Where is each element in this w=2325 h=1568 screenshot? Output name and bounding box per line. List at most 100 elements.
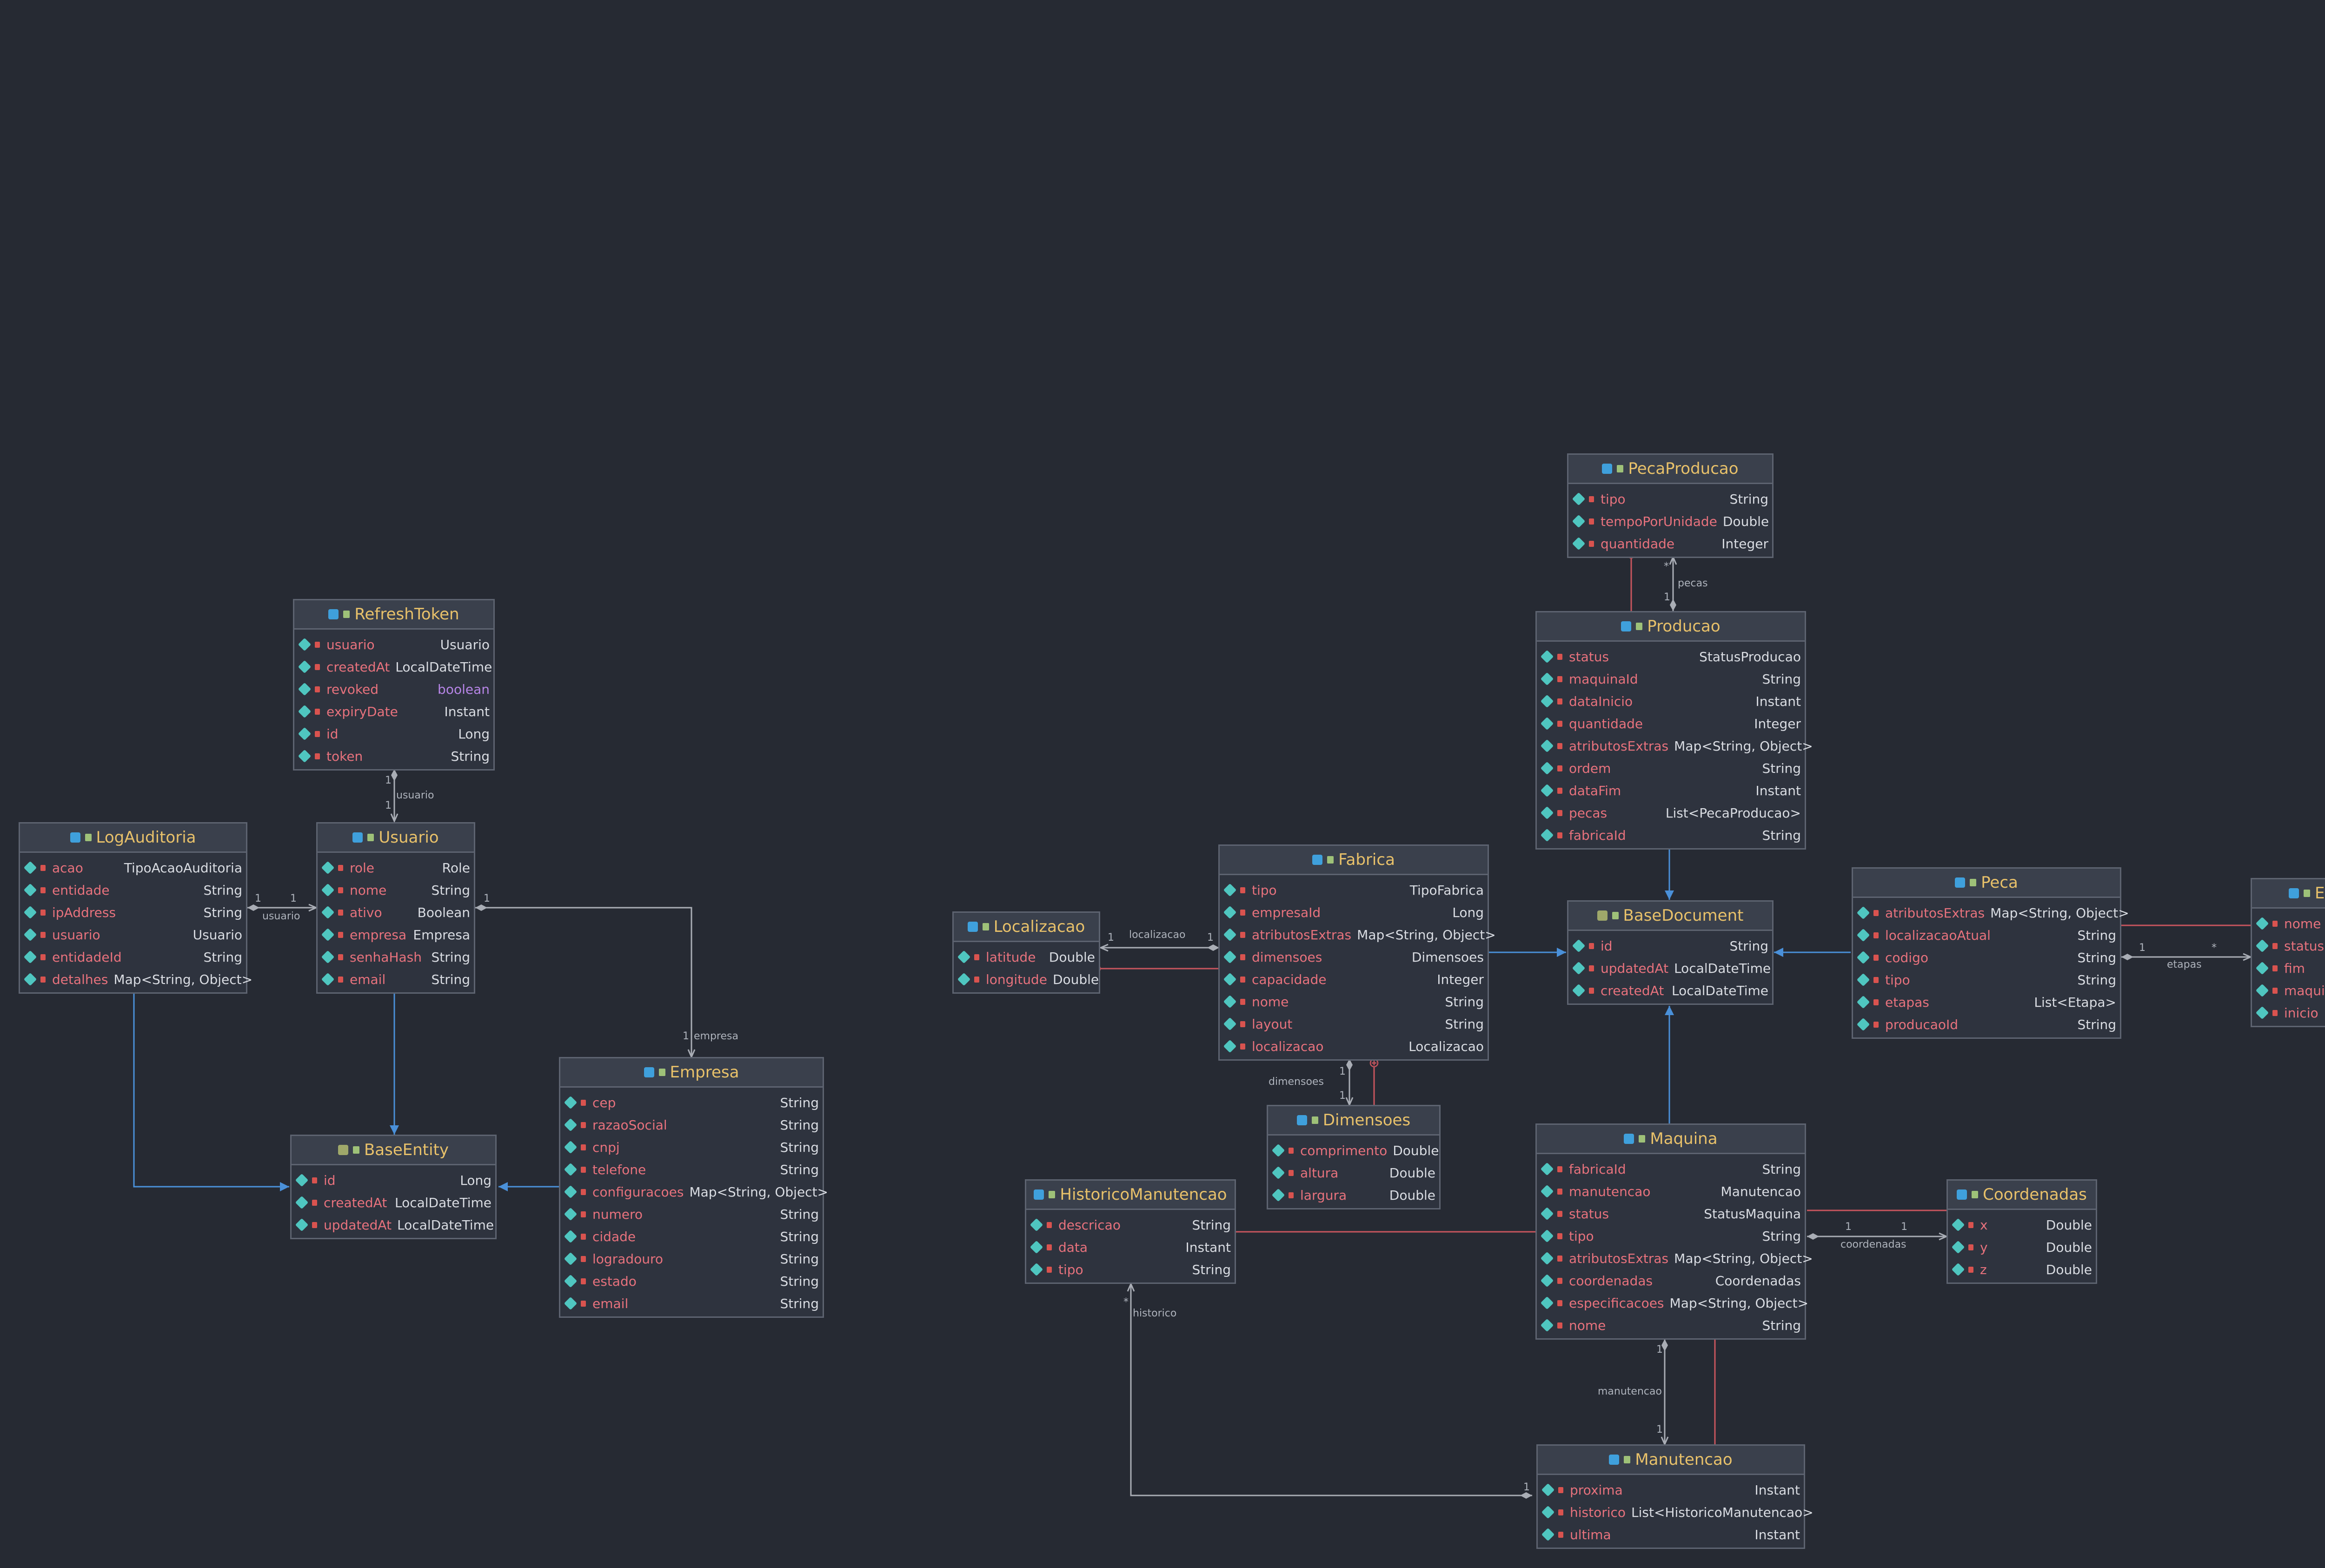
field-row[interactable]: configuracoes Map<String, Object> [563, 1181, 828, 1203]
field-row[interactable]: z Double [1951, 1258, 2093, 1281]
field-row[interactable]: capacidade Integer [1222, 968, 1485, 990]
field-row[interactable]: largura Double [1271, 1184, 1436, 1206]
field-row[interactable]: id String [1571, 935, 1769, 957]
field-row[interactable]: descricao String [1029, 1214, 1232, 1236]
class-header[interactable]: Producao [1537, 612, 1805, 642]
field-row[interactable]: nomeString [320, 879, 471, 901]
field-row[interactable]: empresaId Long [1222, 901, 1485, 924]
field-row[interactable]: ipAddress String [23, 901, 243, 924]
field-row[interactable]: atributosExtras Map<String, Object> [1540, 1247, 1813, 1269]
field-row[interactable]: maquinaIdString [1540, 668, 1802, 690]
field-row[interactable]: atributosExtras Map<String, Object> [1222, 924, 1496, 946]
field-row[interactable]: fabricaId String [1540, 824, 1802, 846]
field-row[interactable]: expiryDate Instant [297, 700, 491, 723]
field-row[interactable]: detalhes Map<String, Object> [23, 968, 252, 990]
field-row[interactable]: localizacao Localizacao [1222, 1035, 1485, 1057]
field-row[interactable]: historico List<HistoricoManutencao> [1541, 1501, 1814, 1523]
field-row[interactable]: usuario Usuario [297, 633, 491, 656]
field-row[interactable]: y Double [1951, 1236, 2093, 1258]
field-row[interactable]: producaoId String [1856, 1013, 2117, 1036]
class-header[interactable]: Peca [1853, 869, 2120, 898]
field-row[interactable]: usuario Usuario [23, 924, 243, 946]
field-row[interactable]: tipo TipoFabrica [1222, 879, 1485, 901]
field-row[interactable]: dataFim Instant [1540, 779, 1802, 802]
field-row[interactable]: atributosExtras Map<String, Object> [1540, 735, 1813, 757]
field-row[interactable]: coordenadas Coordenadas [1540, 1269, 1802, 1292]
class-header[interactable]: HistoricoManutencao [1026, 1181, 1235, 1210]
field-row[interactable]: token String [297, 745, 491, 767]
class-header[interactable]: Usuario [318, 824, 474, 853]
field-row[interactable]: nomeString [1222, 990, 1485, 1013]
class-baseentity[interactable]: BaseEntity id Long createdAt LocalDateTime up… [290, 1135, 497, 1239]
field-row[interactable]: revoked boolean [297, 678, 491, 700]
field-row[interactable]: pecas List<PecaProducao> [1540, 802, 1802, 824]
field-row[interactable]: longitude Double [957, 968, 1099, 990]
field-row[interactable]: senhaHash String [320, 946, 471, 968]
class-header[interactable]: Localizacao [954, 913, 1099, 942]
field-row[interactable]: quantidade Integer [1540, 712, 1802, 735]
field-row[interactable]: createdAt LocalDateTime [297, 656, 492, 678]
class-header[interactable]: Dimensoes [1268, 1106, 1439, 1136]
field-row[interactable]: tipo String [1540, 1225, 1802, 1247]
class-empresa[interactable]: Empresa cep String razaoSocial String cnpj Str… [559, 1057, 828, 1318]
field-row[interactable]: createdAt LocalDateTime [1571, 979, 1769, 1002]
field-row[interactable]: quantidade Integer [1571, 532, 1769, 555]
field-row[interactable]: id Long [297, 723, 491, 745]
field-row[interactable]: role Role [320, 857, 471, 879]
class-maquina[interactable]: Maquina fabricaId String manutencao Manutenc… [1535, 1123, 1813, 1340]
class-logauditoria[interactable]: LogAuditoria acao TipoAcaoAuditoria entidad… [19, 822, 252, 994]
field-row[interactable]: atributosExtras Map<String, Object> [1856, 902, 2129, 924]
class-peca[interactable]: Peca atributosExtras Map<String, Object> lo… [1852, 867, 2129, 1039]
field-row[interactable]: ordem String [1540, 757, 1802, 779]
class-header[interactable]: BaseEntity [292, 1136, 495, 1165]
field-row[interactable]: tempoPorUnidade Double [1571, 510, 1769, 532]
field-row[interactable]: email String [563, 1292, 820, 1315]
field-row[interactable]: cep String [563, 1091, 820, 1114]
field-row[interactable]: latitude Double [957, 946, 1096, 968]
class-header[interactable]: Manutencao [1538, 1446, 1804, 1475]
field-row[interactable]: dataInicio Instant [1540, 690, 1802, 712]
field-row[interactable]: id Long [294, 1169, 492, 1191]
field-row[interactable]: maquinaIdString [2255, 979, 2325, 1002]
field-row[interactable]: nomeString [1540, 1314, 1802, 1336]
field-row[interactable]: codigo String [1856, 946, 2117, 969]
class-fabrica[interactable]: Fabrica tipo TipoFabrica empresaId Long atrib… [1218, 844, 1496, 1061]
class-header[interactable]: Empresa [560, 1058, 823, 1088]
class-producao[interactable]: Producao status StatusProducao maquinaId Str… [1535, 611, 1813, 850]
field-row[interactable]: nomeString [2255, 912, 2325, 935]
field-row[interactable]: logradouro String [563, 1248, 820, 1270]
field-row[interactable]: dimensoes Dimensoes [1222, 946, 1485, 968]
class-historicomanutencao[interactable]: HistoricoManutencao descricao String data In… [1025, 1179, 1236, 1284]
field-row[interactable]: x Double [1951, 1214, 2093, 1236]
field-row[interactable]: estado String [563, 1270, 820, 1292]
field-row[interactable]: razaoSocial String [563, 1114, 820, 1136]
field-row[interactable]: numero String [563, 1203, 820, 1225]
class-header[interactable]: Etapa [2252, 879, 2325, 909]
field-row[interactable]: fimInstant [2255, 957, 2325, 979]
field-row[interactable]: empresa Empresa [320, 924, 471, 946]
field-row[interactable]: altura Double [1271, 1162, 1436, 1184]
field-row[interactable]: tipo String [1571, 488, 1769, 510]
field-row[interactable]: tipo String [1856, 969, 2117, 991]
field-row[interactable]: entidadeId String [23, 946, 243, 968]
class-basedocument[interactable]: BaseDocument id String updatedAt LocalDateTi… [1567, 900, 1774, 1005]
class-header[interactable]: Coordenadas [1948, 1181, 2096, 1210]
class-pecaproducao[interactable]: PecaProducao tipo String tempoPorUnidade Dou… [1567, 453, 1774, 558]
field-row[interactable]: ativo Boolean [320, 901, 471, 924]
field-row[interactable]: status StatusMaquina [1540, 1203, 1802, 1225]
field-row[interactable]: data Instant [1029, 1236, 1232, 1258]
class-localizacao[interactable]: Localizacao latitude Double longitude Double [952, 911, 1100, 994]
class-refreshtoken[interactable]: RefreshToken usuario Usuario createdAt Local… [293, 599, 495, 771]
class-header[interactable]: BaseDocument [1568, 902, 1772, 931]
class-header[interactable]: Fabrica [1220, 846, 1488, 875]
class-dimensoes[interactable]: Dimensoes comprimento Double altura Double la… [1267, 1105, 1441, 1209]
field-row[interactable]: manutencao Manutencao [1540, 1180, 1802, 1203]
field-row[interactable]: cnpj String [563, 1136, 820, 1158]
field-row[interactable]: proxima Instant [1541, 1479, 1801, 1501]
field-row[interactable]: entidade String [23, 879, 243, 901]
field-row[interactable]: acao TipoAcaoAuditoria [23, 857, 243, 879]
field-row[interactable]: statusString [2255, 935, 2325, 957]
field-row[interactable]: etapas List<Etapa> [1856, 991, 2117, 1013]
field-row[interactable]: fabricaId String [1540, 1158, 1802, 1180]
field-row[interactable]: localizacaoAtual String [1856, 924, 2117, 946]
